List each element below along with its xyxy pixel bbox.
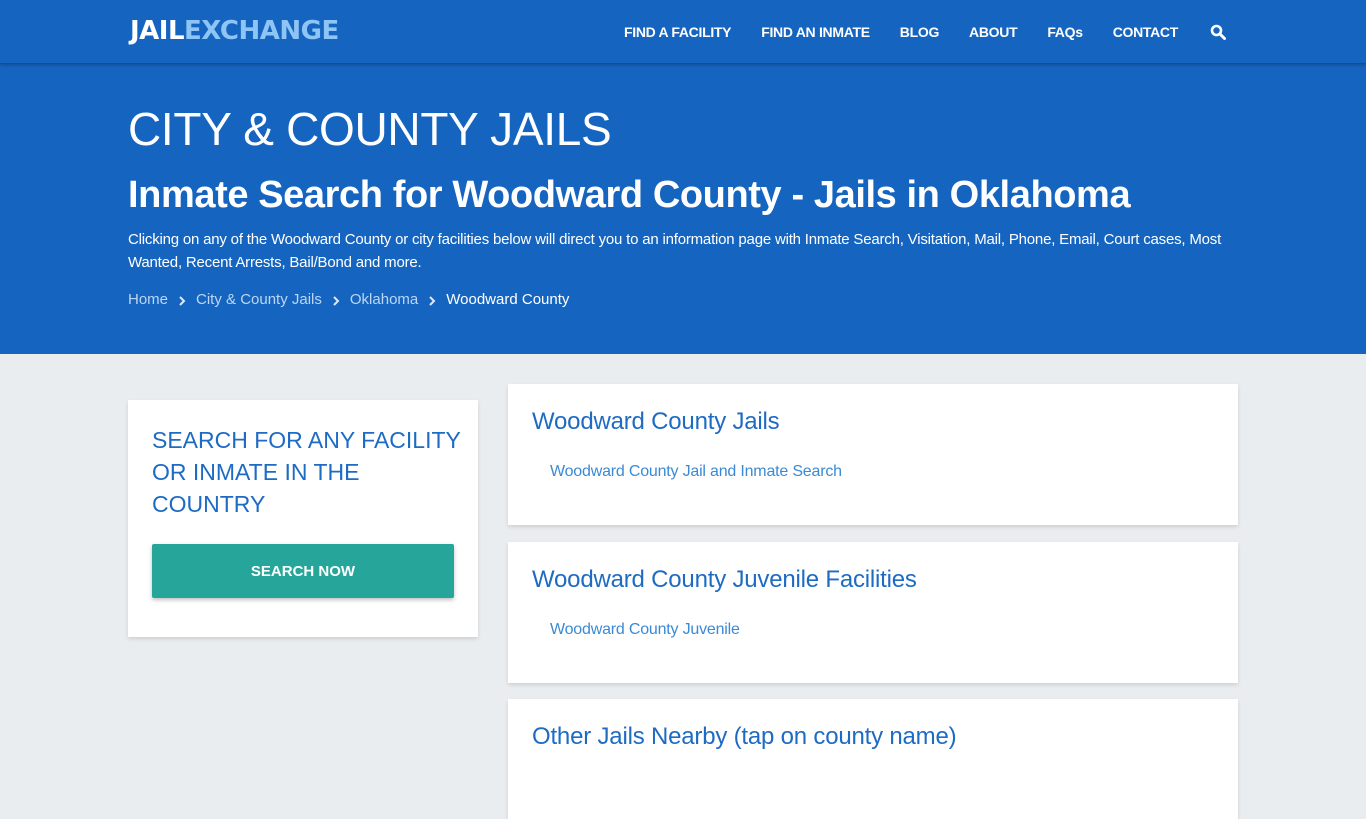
breadcrumb-home[interactable]: Home [128, 291, 168, 308]
search-sidebar-card: SEARCH FOR ANY FACILITY OR INMATE IN THE… [128, 400, 478, 637]
page-title: Inmate Search for Woodward County - Jail… [128, 174, 1131, 216]
breadcrumb-city-county-jails[interactable]: City & County Jails [196, 291, 322, 308]
sidebar-title: SEARCH FOR ANY FACILITY OR INMATE IN THE… [152, 427, 461, 517]
page-description: Clicking on any of the Woodward County o… [128, 231, 1222, 271]
breadcrumb: Home City & County Jails Oklahoma Woodwa… [128, 291, 569, 308]
facility-link[interactable]: Woodward County Juvenile [550, 621, 740, 639]
logo-exchange-text: EXCHANGE [184, 16, 339, 46]
nav-about[interactable]: ABOUT [969, 24, 1018, 40]
nav-find-facility[interactable]: FIND A FACILITY [624, 24, 732, 40]
site-logo[interactable]: JAILEXCHANGE [130, 16, 339, 46]
nav-contact[interactable]: CONTACT [1113, 24, 1179, 40]
main-nav: FIND A FACILITY FIND AN INMATE BLOG ABOU… [594, 0, 1226, 64]
top-navbar: JAILEXCHANGE FIND A FACILITY FIND AN INM… [0, 0, 1366, 64]
nav-faqs[interactable]: FAQs [1047, 24, 1083, 40]
facility-link[interactable]: Woodward County Jail and Inmate Search [550, 463, 842, 481]
search-now-button[interactable]: SEARCH NOW [152, 544, 454, 598]
chevron-right-icon [428, 294, 436, 306]
search-icon[interactable] [1210, 24, 1226, 40]
chevron-right-icon [178, 294, 186, 306]
hero-banner: CITY & COUNTY JAILS Inmate Search for Wo… [0, 64, 1366, 354]
section-title: Other Jails Nearby (tap on county name) [532, 723, 957, 750]
breadcrumb-current: Woodward County [446, 291, 570, 308]
nav-blog[interactable]: BLOG [900, 24, 940, 40]
section-title: Woodward County Jails [532, 408, 780, 435]
section-other-jails-nearby: Other Jails Nearby (tap on county name) [508, 699, 1238, 819]
section-juvenile-facilities: Woodward County Juvenile Facilities Wood… [508, 542, 1238, 683]
chevron-right-icon [332, 294, 340, 306]
breadcrumb-oklahoma[interactable]: Oklahoma [350, 291, 418, 308]
section-title: Woodward County Juvenile Facilities [532, 566, 917, 593]
section-county-jails: Woodward County Jails Woodward County Ja… [508, 384, 1238, 525]
nav-find-inmate[interactable]: FIND AN INMATE [761, 24, 870, 40]
logo-jail-text: JAIL [130, 16, 185, 46]
page-category-heading: CITY & COUNTY JAILS [128, 103, 612, 155]
